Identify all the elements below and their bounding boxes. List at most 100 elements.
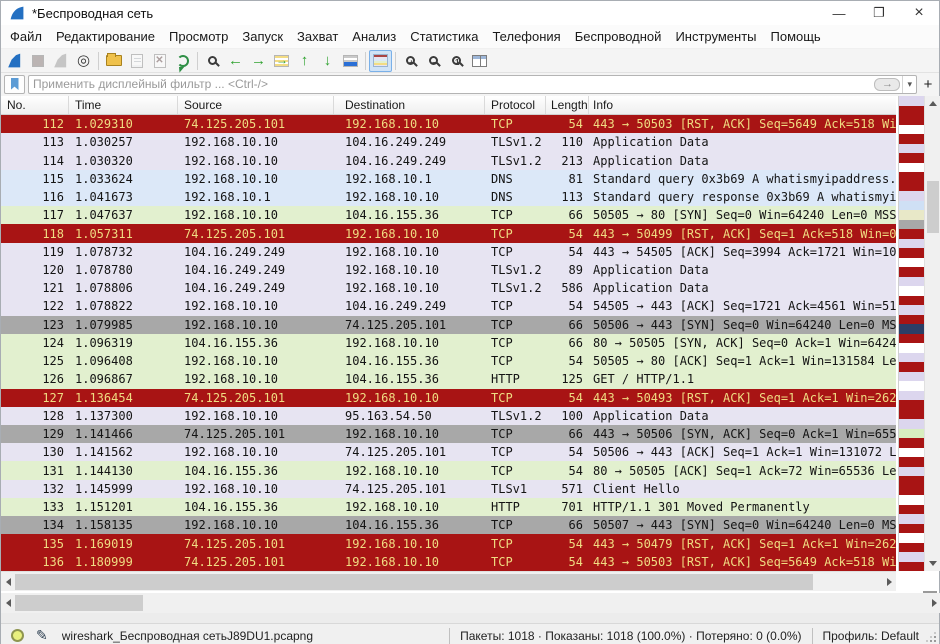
packet-row[interactable]: 1181.05731174.125.205.101192.168.10.10TC… [1,224,896,242]
stop-capture-button[interactable] [26,50,49,72]
profile-selector[interactable]: Профиль: Default [815,629,928,643]
column-header-info[interactable]: Info [589,96,896,114]
packet-row[interactable]: 1141.030320192.168.10.10104.16.249.249TL… [1,151,896,169]
filter-dropdown-caret[interactable]: ▾ [902,76,916,93]
menu-захват[interactable]: Захват [290,26,345,47]
resize-columns-button[interactable] [468,50,491,72]
close-file-button[interactable]: ✕ [148,50,171,72]
horizontal-scroll-thumb[interactable] [15,574,813,590]
destination-cell: 104.16.249.249 [334,154,485,168]
packet-row[interactable]: 1321.145999192.168.10.1074.125.205.101TL… [1,480,896,498]
expert-info-icon[interactable] [11,629,24,642]
scroll-left-arrow[interactable] [1,572,15,591]
menu-помощь[interactable]: Помощь [764,26,828,47]
add-filter-button[interactable]: + [920,76,936,93]
menu-запуск[interactable]: Запуск [235,26,290,47]
apply-filter-button[interactable]: → [874,78,900,91]
intelligent-scrollbar-minimap[interactable] [898,96,924,571]
scroll-left-arrow[interactable] [1,593,15,613]
filter-bookmark-button[interactable] [4,75,25,94]
minimize-button[interactable]: — [819,1,859,25]
previous-packet-button[interactable]: ← [224,50,247,72]
zoom-in-button[interactable]: + [399,50,422,72]
column-header-time[interactable]: Time [69,96,178,114]
restart-capture-button[interactable] [49,50,72,72]
packet-row[interactable]: 1251.096408192.168.10.10104.16.155.36TCP… [1,352,896,370]
protocol-cell: TLSv1.2 [485,154,546,168]
find-packet-button[interactable] [201,50,224,72]
scroll-right-arrow[interactable] [882,572,896,591]
colorize-packets-button[interactable] [369,50,392,72]
resize-grip[interactable] [927,628,937,644]
menu-файл[interactable]: Файл [3,26,49,47]
vertical-scroll-thumb[interactable] [927,181,939,233]
horizontal-scroll-thumb[interactable] [15,595,143,611]
packet-row[interactable]: 1341.158135192.168.10.10104.16.155.36TCP… [1,516,896,534]
packet-row[interactable]: 1221.078822192.168.10.10104.16.249.249TC… [1,297,896,315]
packet-row[interactable]: 1331.151201104.16.155.36192.168.10.10HTT… [1,498,896,516]
maximize-button[interactable]: ❐ [859,1,899,25]
packet-row[interactable]: 1271.13645474.125.205.101192.168.10.10TC… [1,389,896,407]
close-button[interactable]: × [899,1,939,25]
packet-row[interactable]: 1161.041673192.168.10.1192.168.10.10DNS1… [1,188,896,206]
menu-инструменты[interactable]: Инструменты [668,26,763,47]
go-to-packet-button[interactable] [270,50,293,72]
protocol-cell: TCP [485,518,546,532]
source-cell: 104.16.249.249 [178,281,334,295]
menu-просмотр[interactable]: Просмотр [162,26,235,47]
menu-телефония[interactable]: Телефония [485,26,567,47]
capture-comment-icon[interactable]: ✎ [36,627,48,644]
packet-list-horizontal-scrollbar[interactable] [1,571,896,591]
lower-horizontal-scrollbar[interactable] [1,593,940,613]
vertical-scroll-track[interactable] [925,111,940,556]
column-header-protocol[interactable]: Protocol [485,96,546,114]
scroll-right-arrow[interactable] [927,593,940,613]
menu-беспроводной[interactable]: Беспроводной [568,26,669,47]
packet-row[interactable]: 1191.078732104.16.249.249192.168.10.10TC… [1,243,896,261]
destination-cell: 192.168.10.10 [334,117,485,131]
zoom-out-button[interactable]: − [422,50,445,72]
packet-row[interactable]: 1361.18099974.125.205.101192.168.10.10TC… [1,553,896,571]
packet-row[interactable]: 1121.02931074.125.205.101192.168.10.10TC… [1,115,896,133]
packet-row[interactable]: 1301.141562192.168.10.1074.125.205.101TC… [1,443,896,461]
pane-splitter-handle[interactable] [923,591,937,593]
packet-row[interactable]: 1261.096867192.168.10.10104.16.155.36HTT… [1,370,896,388]
length-cell: 66 [546,518,589,532]
next-packet-button[interactable]: → [247,50,270,72]
first-packet-button[interactable]: ↑ [293,50,316,72]
column-header-destination[interactable]: Destination [334,96,485,114]
packet-row[interactable]: 1201.078780104.16.249.249192.168.10.10TL… [1,261,896,279]
destination-cell: 104.16.249.249 [334,299,485,313]
menu-редактирование[interactable]: Редактирование [49,26,162,47]
scroll-down-arrow[interactable] [925,556,940,571]
start-capture-button[interactable] [3,50,26,72]
packet-row[interactable]: 1231.079985192.168.10.1074.125.205.101TC… [1,316,896,334]
scroll-up-arrow[interactable] [925,96,940,111]
column-header-source[interactable]: Source [178,96,334,114]
menu-статистика[interactable]: Статистика [403,26,485,47]
column-header-no[interactable]: No. [1,96,69,114]
menu-анализ[interactable]: Анализ [345,26,403,47]
column-header-length[interactable]: Length [546,96,589,114]
zoom-original-button[interactable]: 1 [445,50,468,72]
packet-row[interactable]: 1151.033624192.168.10.10192.168.10.1DNS8… [1,170,896,188]
packet-row[interactable]: 1351.16901974.125.205.101192.168.10.10TC… [1,534,896,552]
horizontal-scroll-track[interactable] [15,572,882,591]
horizontal-scroll-track[interactable] [15,593,927,613]
open-file-button[interactable] [102,50,125,72]
packet-row[interactable]: 1281.137300192.168.10.1095.163.54.50TLSv… [1,407,896,425]
display-filter-input[interactable] [29,77,874,91]
last-packet-button[interactable]: ↓ [316,50,339,72]
vertical-scrollbar[interactable] [924,96,940,571]
save-file-button[interactable] [125,50,148,72]
auto-scroll-button[interactable] [339,50,362,72]
capture-options-button[interactable]: ◎ [72,50,95,72]
packet-row[interactable]: 1291.14146674.125.205.101192.168.10.10TC… [1,425,896,443]
packet-row[interactable]: 1131.030257192.168.10.10104.16.249.249TL… [1,133,896,151]
packet-row[interactable]: 1171.047637192.168.10.10104.16.155.36TCP… [1,206,896,224]
packet-row[interactable]: 1311.144130104.16.155.36192.168.10.10TCP… [1,461,896,479]
packet-row[interactable]: 1241.096319104.16.155.36192.168.10.10TCP… [1,334,896,352]
reload-file-button[interactable] [171,50,194,72]
packet-row[interactable]: 1211.078806104.16.249.249192.168.10.10TL… [1,279,896,297]
protocol-cell: TLSv1.2 [485,409,546,423]
